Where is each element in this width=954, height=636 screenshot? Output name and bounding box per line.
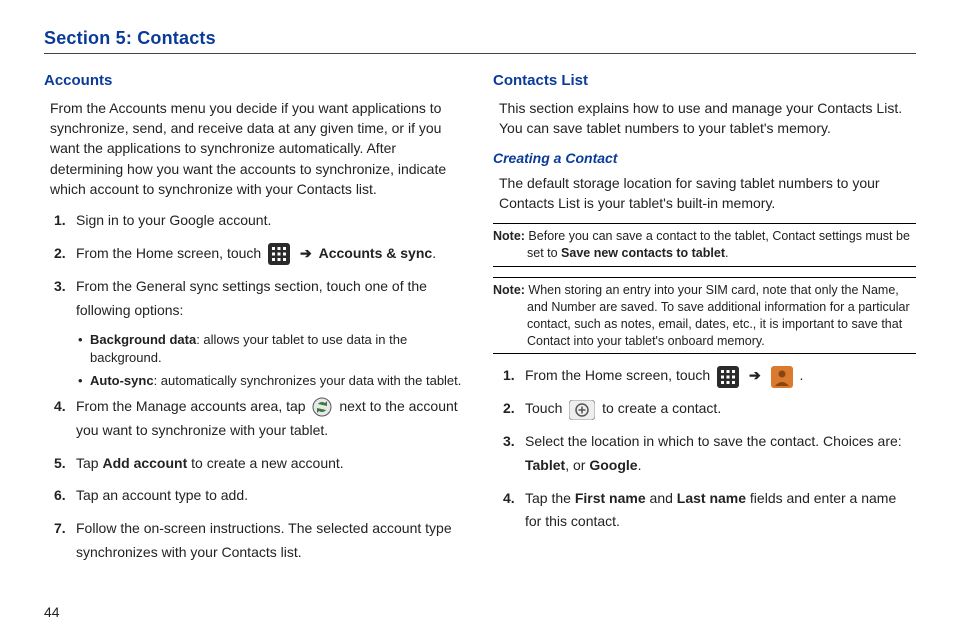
two-column-layout: Accounts From the Accounts menu you deci… (44, 70, 916, 574)
step-2: 2. From the Home screen, touch ➔ Account… (54, 242, 467, 266)
step-text: Tap Add account to create a new account. (76, 452, 467, 476)
page-number: 44 (44, 604, 60, 620)
section-title: Section 5: Contacts (44, 28, 916, 54)
sync-icon (312, 397, 332, 417)
step-text: From the Home screen, touch ➔ . (525, 364, 916, 388)
step-6: 6. Tap an account type to add. (54, 484, 467, 508)
step-text: From the Manage accounts area, tap next … (76, 395, 467, 443)
create-contact-steps: 1. From the Home screen, touch ➔ . (503, 364, 916, 534)
arrow-right-icon: ➔ (749, 367, 761, 383)
apps-grid-icon (717, 366, 739, 388)
step-number: 6. (54, 484, 76, 508)
step-4: 4. From the Manage accounts area, tap ne… (54, 395, 467, 443)
step-number: 3. (54, 275, 76, 323)
step-number: 2. (503, 397, 525, 421)
step-3: 3. Select the location in which to save … (503, 430, 916, 478)
step-text: Follow the on-screen instructions. The s… (76, 517, 467, 565)
bullet-auto-sync: • Auto-sync: automatically synchronizes … (78, 372, 467, 390)
arrow-right-icon: ➔ (300, 245, 312, 261)
accounts-intro: From the Accounts menu you decide if you… (50, 98, 467, 199)
step-number: 5. (54, 452, 76, 476)
step-text: Sign in to your Google account. (76, 209, 467, 233)
accounts-steps: 1. Sign in to your Google account. 2. Fr… (54, 209, 467, 322)
step-text: Select the location in which to save the… (525, 430, 916, 478)
add-plus-icon (569, 400, 595, 420)
step-1: 1. Sign in to your Google account. (54, 209, 467, 233)
step-5: 5. Tap Add account to create a new accou… (54, 452, 467, 476)
step-text: From the Home screen, touch ➔ Accounts &… (76, 242, 467, 266)
creating-contact-heading: Creating a Contact (493, 148, 916, 168)
apps-grid-icon (268, 243, 290, 265)
step-1: 1. From the Home screen, touch ➔ . (503, 364, 916, 388)
contacts-list-intro: This section explains how to use and man… (499, 98, 916, 139)
step-text: Tap the First name and Last name fields … (525, 487, 916, 535)
step-2: 2. Touch to create a contact. (503, 397, 916, 421)
note-save-new-contacts: Note: Before you can save a contact to t… (493, 223, 916, 267)
accounts-steps-cont: 4. From the Manage accounts area, tap ne… (54, 395, 467, 565)
note-sim-card: Note: When storing an entry into your SI… (493, 277, 916, 355)
step-3: 3. From the General sync settings sectio… (54, 275, 467, 323)
contact-person-icon (771, 366, 793, 388)
step-number: 3. (503, 430, 525, 478)
manual-page: Section 5: Contacts Accounts From the Ac… (0, 0, 954, 636)
bullet-background-data: • Background data: allows your tablet to… (78, 331, 467, 366)
step-number: 1. (503, 364, 525, 388)
accounts-heading: Accounts (44, 70, 467, 92)
step-text: Touch to create a contact. (525, 397, 916, 421)
step-text: From the General sync settings section, … (76, 275, 467, 323)
right-column: Contacts List This section explains how … (493, 70, 916, 574)
step-number: 4. (54, 395, 76, 443)
contacts-list-heading: Contacts List (493, 70, 916, 92)
step-number: 2. (54, 242, 76, 266)
step-7: 7. Follow the on-screen instructions. Th… (54, 517, 467, 565)
left-column: Accounts From the Accounts menu you deci… (44, 70, 467, 574)
sync-options-bullets: • Background data: allows your tablet to… (78, 331, 467, 389)
step-4: 4. Tap the First name and Last name fiel… (503, 487, 916, 535)
step-text: Tap an account type to add. (76, 484, 467, 508)
step-number: 4. (503, 487, 525, 535)
step-number: 7. (54, 517, 76, 565)
step-number: 1. (54, 209, 76, 233)
creating-contact-body: The default storage location for saving … (499, 173, 916, 214)
